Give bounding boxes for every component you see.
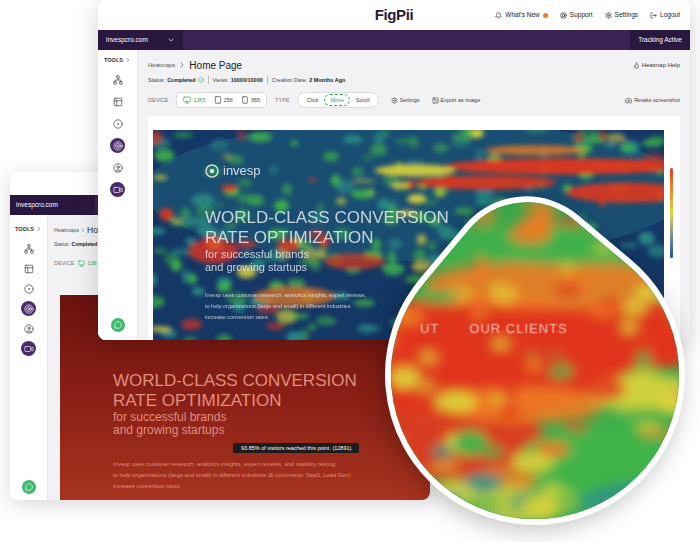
site-selector[interactable]: invespcro.com: [10, 195, 95, 215]
tool-button[interactable]: [110, 160, 125, 175]
tool-button[interactable]: [110, 138, 125, 153]
tools-label[interactable]: TOOLS: [104, 56, 131, 64]
tool-icon: [24, 344, 34, 354]
tool-icon: [24, 264, 34, 274]
chat-icon: [114, 321, 122, 329]
tool-button[interactable]: [110, 116, 125, 131]
chat-button[interactable]: [22, 480, 36, 494]
tool-button[interactable]: [110, 94, 125, 109]
toolbar-action[interactable]: Settings: [391, 96, 420, 104]
color-scale: [670, 168, 673, 258]
flame-icon: [633, 62, 640, 69]
zoomed-nav-text: UT: [420, 319, 439, 339]
tool-icon: [24, 324, 34, 334]
page-title: Home Page: [189, 58, 242, 73]
tool-button[interactable]: [21, 261, 36, 276]
tracking-status: Tracking Active: [630, 30, 690, 50]
top-nav: What's New Support Settings Logout: [413, 10, 680, 20]
invesp-logo-icon: [205, 164, 219, 178]
chevron-down-icon: [167, 36, 175, 44]
chevron-right-icon: [125, 57, 131, 63]
tools-label[interactable]: TOOLS: [15, 225, 42, 233]
top-bar: FigPii What's New Support Settings Logout: [98, 0, 690, 30]
type-group: ClickMoveScroll: [297, 92, 378, 108]
tool-button[interactable]: [110, 182, 125, 197]
tool-button[interactable]: [21, 341, 36, 356]
chat-icon: [25, 483, 33, 491]
tool-icon: [24, 244, 34, 254]
device-option[interactable]: 365: [241, 96, 260, 104]
scroll-tooltip: 93.85% of visitors reached this point. (…: [233, 443, 359, 453]
tool-icon: [113, 75, 123, 85]
notification-badge: [543, 13, 548, 18]
tool-icon: [24, 304, 34, 314]
tool-icon: [24, 284, 34, 294]
nav-item[interactable]: Settings: [605, 10, 639, 20]
chat-button[interactable]: [111, 318, 125, 332]
promo-canvas: invespcro.com TOOLS Heatmaps Ho Status:Compl…: [0, 0, 700, 542]
device-option[interactable]: 256: [214, 96, 233, 104]
chevron-right-icon: [178, 61, 186, 69]
device-option[interactable]: 1365: [183, 96, 205, 104]
check-icon: [198, 77, 204, 83]
tool-icon: [113, 163, 123, 173]
nav-item[interactable]: What's New: [495, 10, 547, 20]
status-line: Status:CompletedViews:10000/10000Creatio…: [148, 76, 680, 84]
nav-icon: [560, 12, 567, 19]
breadcrumb-parent[interactable]: Heatmaps: [54, 226, 79, 234]
tool-icon: [113, 185, 123, 195]
site-selector[interactable]: invespcro.com: [98, 30, 183, 50]
tool-button[interactable]: [21, 301, 36, 316]
page-body: Invesp uses customer research, analytics…: [113, 459, 430, 492]
type-option[interactable]: Move: [324, 94, 349, 106]
tool-icon: [113, 141, 123, 151]
page-title: Ho: [87, 224, 98, 237]
device-icon: [241, 96, 249, 104]
action-icon: [432, 97, 439, 104]
type-option[interactable]: Scroll: [350, 94, 376, 106]
device-icon: [183, 96, 191, 104]
type-option[interactable]: Click: [300, 94, 324, 106]
nav-icon: [650, 12, 657, 19]
tool-icon: [113, 119, 123, 129]
nav-item[interactable]: Logout: [650, 10, 680, 20]
breadcrumb-parent[interactable]: Heatmaps: [148, 61, 175, 70]
breadcrumb: Heatmaps Home Page: [148, 58, 242, 73]
heatmap-help[interactable]: Heatmap Help: [633, 61, 680, 70]
nav-icon: [605, 12, 612, 19]
nav-icon: [495, 12, 502, 19]
monitor-icon: [78, 260, 85, 267]
chevron-right-icon: [36, 226, 42, 232]
device-count[interactable]: 136: [87, 259, 96, 267]
site-bar: invespcro.com Tracking Active: [98, 30, 690, 50]
tool-button[interactable]: [110, 72, 125, 87]
page-logo: invesp: [205, 162, 664, 180]
chevron-right-icon: [80, 227, 86, 233]
zoomed-nav-text: OUR CLIENTS: [469, 319, 567, 339]
figpii-logo[interactable]: FigPii: [375, 4, 414, 27]
tool-icon: [113, 97, 123, 107]
action-icon: [391, 97, 398, 104]
tools-sidebar: TOOLS: [10, 215, 48, 500]
retake-screenshot[interactable]: Retake screenshot: [625, 96, 680, 104]
toolbar-action[interactable]: Export as image: [432, 96, 481, 104]
tools-sidebar: TOOLS: [98, 50, 138, 340]
nav-item[interactable]: Support: [560, 10, 593, 20]
camera-icon: [625, 97, 632, 104]
toolbar: DEVICE1365256365TYPEClickMoveScrollSetti…: [148, 92, 680, 108]
tool-button[interactable]: [21, 281, 36, 296]
tool-button[interactable]: [21, 321, 36, 336]
device-group: 1365 256 365: [176, 92, 267, 108]
device-icon: [214, 96, 222, 104]
tool-button[interactable]: [21, 241, 36, 256]
